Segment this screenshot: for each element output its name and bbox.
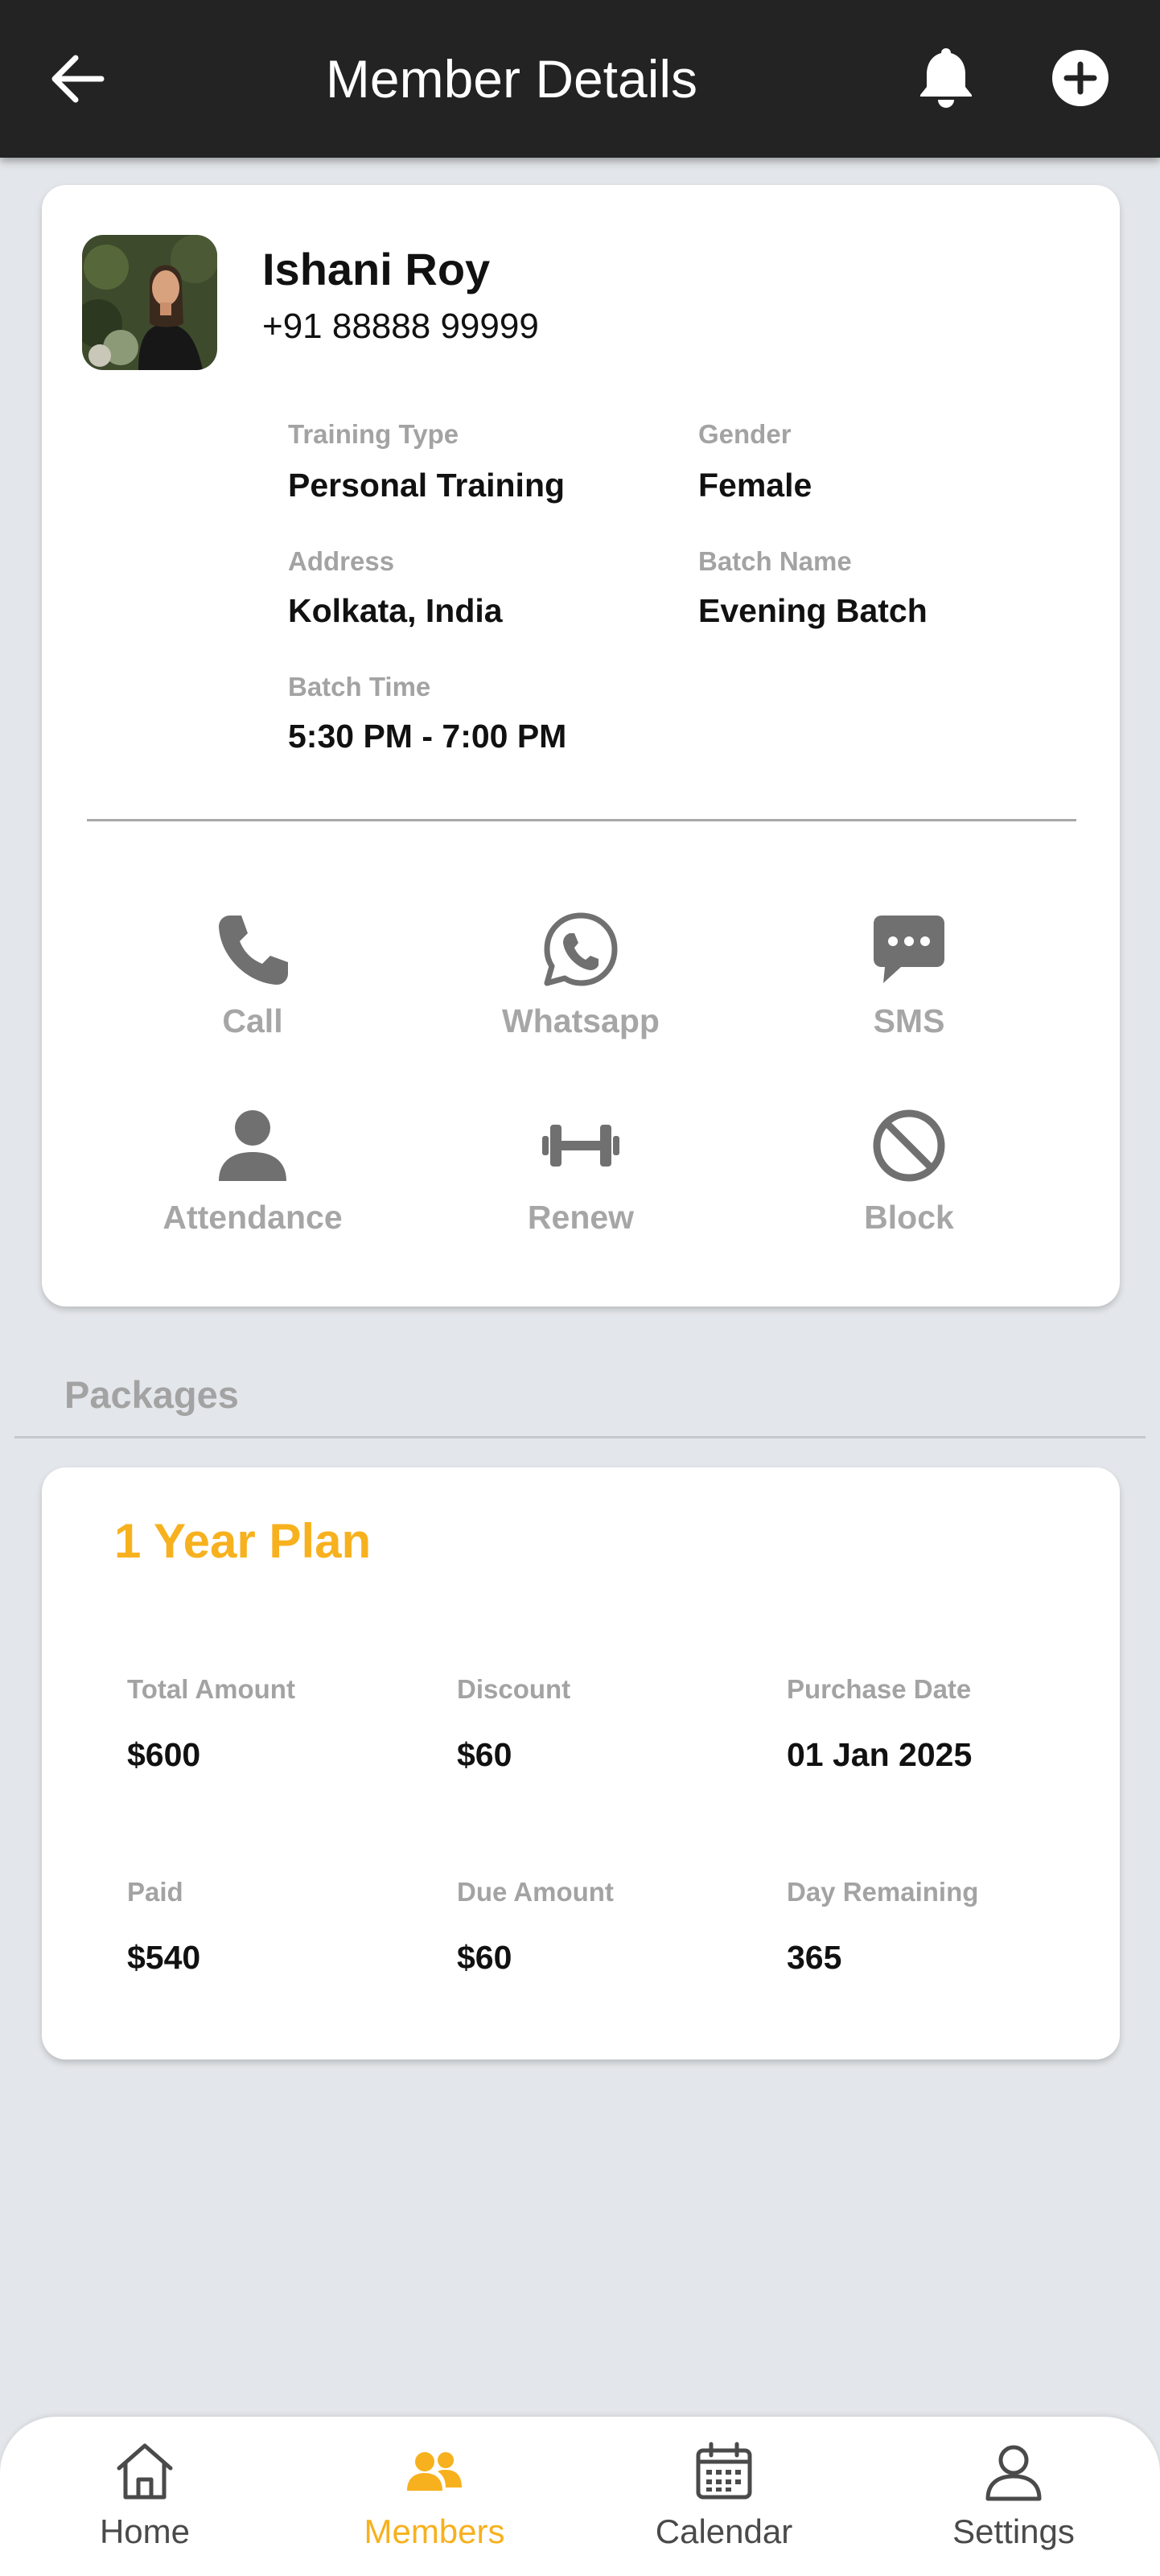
notifications-button[interactable] (917, 45, 975, 109)
page-title: Member Details (325, 49, 698, 109)
discount-label: Discount (457, 1674, 571, 1704)
packages-heading: Packages (64, 1373, 239, 1416)
nav-calendar-label: Calendar (655, 2512, 793, 2550)
sms-button[interactable]: SMS (788, 909, 1030, 1041)
nav-members[interactable]: Members (314, 2439, 555, 2552)
card-divider (87, 819, 1076, 821)
batch-name-value: Evening Batch (698, 592, 928, 629)
section-divider (14, 1436, 1146, 1438)
nav-settings-label: Settings (952, 2512, 1075, 2550)
member-photo (82, 235, 217, 370)
nav-members-label: Members (364, 2512, 505, 2550)
purchase-date-label: Purchase Date (787, 1674, 972, 1704)
phone-icon (219, 916, 288, 985)
bell-icon (920, 48, 972, 108)
plus-circle-icon (1052, 50, 1109, 106)
gender-value: Female (698, 467, 812, 504)
day-remaining-label: Day Remaining (787, 1877, 979, 1907)
call-label: Call (222, 1002, 283, 1039)
address-value: Kolkata, India (288, 592, 503, 629)
batch-time-label: Batch Time (288, 672, 431, 702)
member-card: Ishani Roy +91 88888 99999 Training Type… (42, 185, 1120, 1307)
due-amount-value: $60 (457, 1939, 512, 1976)
gender-label: Gender (698, 419, 792, 449)
attendance-label: Attendance (162, 1199, 343, 1236)
person-icon (219, 1110, 286, 1181)
block-label: Block (864, 1199, 954, 1236)
members-icon (407, 2452, 462, 2491)
whatsapp-button[interactable]: Whatsapp (460, 909, 701, 1041)
member-phone: +91 88888 99999 (262, 307, 539, 346)
address-label: Address (288, 546, 395, 576)
renew-button[interactable]: Renew (460, 1105, 701, 1237)
batch-time-value: 5:30 PM - 7:00 PM (288, 718, 567, 755)
add-button[interactable] (1051, 48, 1110, 108)
sms-label: SMS (873, 1002, 945, 1039)
nav-settings[interactable]: Settings (893, 2439, 1134, 2552)
due-amount-label: Due Amount (457, 1877, 614, 1907)
training-type-value: Personal Training (288, 467, 566, 504)
avatar (82, 235, 217, 370)
bottom-navigation: Home Members Calendar Settings (0, 2417, 1160, 2576)
block-button[interactable]: Block (788, 1105, 1030, 1237)
top-app-bar: Member Details (0, 0, 1160, 158)
renew-label: Renew (527, 1199, 635, 1236)
day-remaining-value: 365 (787, 1939, 842, 1976)
member-details-screen: Member Details Ishani Roy +91 88888 9999… (0, 0, 1160, 2576)
dumbbell-icon (542, 1125, 619, 1167)
home-icon (117, 2443, 173, 2500)
block-icon (873, 1109, 945, 1182)
package-card[interactable]: 1 Year Plan Total Amount $600 Discount $… (42, 1467, 1120, 2060)
batch-name-label: Batch Name (698, 546, 852, 576)
total-amount-value: $600 (127, 1736, 201, 1773)
calendar-icon (696, 2442, 752, 2500)
paid-value: $540 (127, 1939, 201, 1976)
member-name: Ishani Roy (262, 244, 491, 294)
paid-label: Paid (127, 1877, 183, 1907)
total-amount-label: Total Amount (127, 1674, 295, 1704)
plan-name: 1 Year Plan (114, 1514, 372, 1568)
sms-icon (874, 916, 944, 983)
purchase-date-value: 01 Jan 2025 (787, 1736, 973, 1773)
discount-value: $60 (457, 1736, 512, 1773)
whatsapp-icon (544, 912, 618, 986)
call-button[interactable]: Call (132, 909, 373, 1041)
whatsapp-label: Whatsapp (502, 1002, 660, 1039)
training-type-label: Training Type (288, 419, 459, 449)
nav-home[interactable]: Home (24, 2439, 265, 2552)
nav-home-label: Home (99, 2512, 191, 2550)
settings-person-icon (985, 2445, 1042, 2501)
nav-calendar[interactable]: Calendar (603, 2439, 845, 2552)
attendance-button[interactable]: Attendance (132, 1105, 373, 1237)
